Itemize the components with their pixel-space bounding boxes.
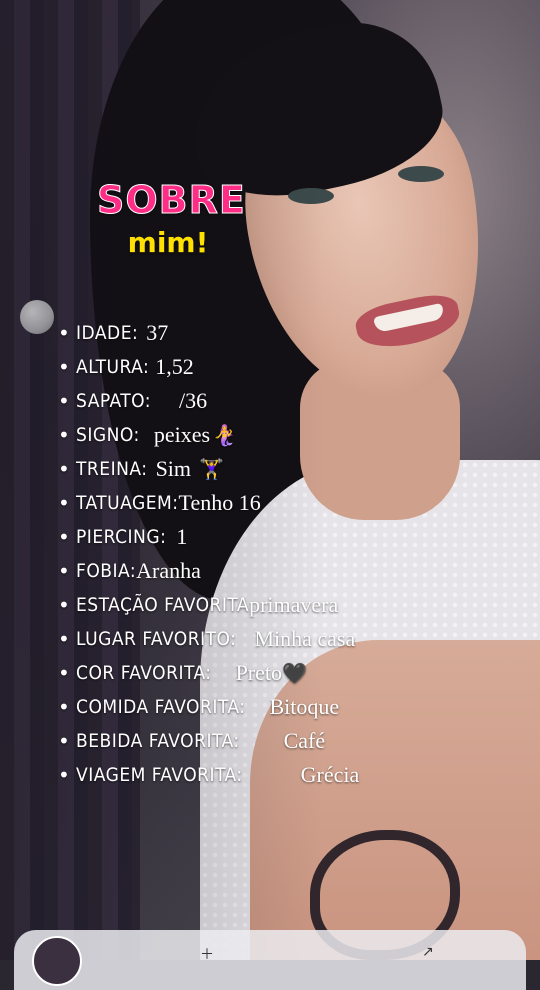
bullet-icon: •	[58, 525, 70, 549]
bullet-icon: •	[58, 491, 70, 515]
item-value: peixes	[153, 422, 211, 447]
item-label: SAPATO:	[76, 390, 152, 412]
list-item-bebida: • BEBIDA FAVORITA: Café	[58, 724, 359, 758]
mermaid-icon: 🧜‍♀️	[212, 423, 237, 447]
item-value: Preto	[235, 660, 283, 685]
item-value: Café	[283, 728, 326, 753]
item-value: Minha casa	[254, 626, 356, 651]
list-item-idade: • IDADE: 37	[58, 316, 359, 350]
list-item-lugar: • LUGAR FAVORITO: Minha casa	[58, 622, 359, 656]
item-value: Sim	[155, 456, 192, 481]
item-label: LUGAR FAVORITO:	[76, 628, 237, 650]
item-value: primavera	[249, 592, 339, 617]
item-label: TREINA:	[76, 458, 148, 480]
item-label: BEBIDA FAVORITA:	[76, 730, 240, 752]
bullet-icon: •	[58, 661, 70, 685]
bullet-icon: •	[58, 729, 70, 753]
bullet-icon: •	[58, 627, 70, 651]
title-sobre: SOBRE	[97, 178, 246, 223]
item-label: IDADE:	[76, 322, 139, 344]
item-label: FOBIA:	[76, 560, 137, 582]
bullet-icon: •	[58, 389, 70, 413]
about-list: • IDADE: 37 • ALTURA: 1,52 • SAPATO: /36…	[58, 316, 359, 792]
weightlifting-icon: 🏋️‍♀️	[199, 457, 224, 481]
bullet-icon: •	[58, 559, 70, 583]
item-label: COMIDA FAVORITA:	[76, 696, 246, 718]
item-value: Bitoque	[269, 694, 340, 719]
list-item-signo: • SIGNO: peixes 🧜‍♀️	[58, 418, 359, 452]
item-value: Aranha	[136, 558, 201, 583]
list-item-comida: • COMIDA FAVORITA: Bitoque	[58, 690, 359, 724]
bullet-icon: •	[58, 423, 70, 447]
list-item-tatuagem: • TATUAGEM: Tenho 16	[58, 486, 359, 520]
bullet-icon: •	[58, 355, 70, 379]
item-label: ESTAÇÃO FAVORITA	[76, 594, 250, 616]
bottom-bar: ＋ ↗	[14, 930, 526, 990]
list-item-altura: • ALTURA: 1,52	[58, 350, 359, 384]
share-icon[interactable]: ↗	[422, 944, 436, 960]
item-label: ALTURA:	[76, 356, 150, 378]
bullet-icon: •	[58, 593, 70, 617]
bullet-icon: •	[58, 695, 70, 719]
item-label: SIGNO:	[76, 424, 140, 446]
item-label: TATUAGEM:	[76, 492, 179, 514]
add-icon[interactable]: ＋	[200, 944, 214, 963]
bullet-icon: •	[58, 457, 70, 481]
list-item-estacao: • ESTAÇÃO FAVORITA primavera	[58, 588, 359, 622]
list-item-fobia: • FOBIA: Aranha	[58, 554, 359, 588]
item-value: 1,52	[155, 354, 194, 379]
list-item-viagem: • VIAGEM FAVORITA: Grécia	[58, 758, 359, 792]
item-value: 1	[176, 524, 188, 549]
list-item-sapato: • SAPATO: /36	[58, 384, 359, 418]
avatar[interactable]	[32, 936, 82, 986]
item-value: Tenho 16	[178, 490, 261, 515]
item-value: 37	[146, 320, 169, 345]
bullet-icon: •	[58, 763, 70, 787]
item-value: Grécia	[300, 762, 360, 787]
item-label: COR FAVORITA:	[76, 662, 212, 684]
item-label: PIERCING:	[76, 526, 167, 548]
title-mim: mim!	[127, 226, 209, 259]
item-value: /36	[179, 388, 208, 413]
bullet-icon: •	[58, 321, 70, 345]
list-item-cor: • COR FAVORITA: Preto 🖤	[58, 656, 359, 690]
black-heart-icon: 🖤	[282, 661, 307, 685]
list-item-treina: • TREINA: Sim 🏋️‍♀️	[58, 452, 359, 486]
item-label: VIAGEM FAVORITA:	[76, 764, 243, 786]
list-item-piercing: • PIERCING: 1	[58, 520, 359, 554]
